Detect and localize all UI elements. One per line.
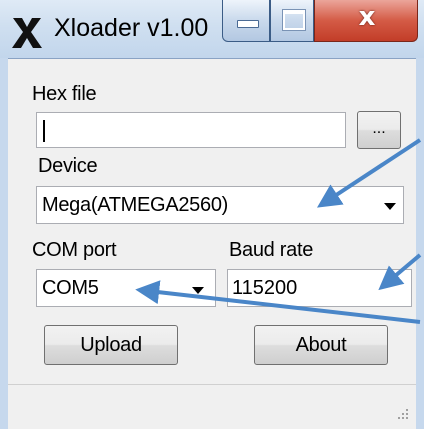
- text-caret: [43, 120, 45, 142]
- device-selected-value: Mega(ATMEGA2560): [42, 194, 229, 216]
- xloader-x-icon: [12, 18, 42, 48]
- minimize-button[interactable]: [222, 0, 270, 42]
- resize-grip-icon[interactable]: [394, 407, 410, 423]
- maximize-button[interactable]: [270, 0, 314, 42]
- baud-rate-value: 115200: [232, 277, 298, 299]
- xloader-window: Xloader v1.00 x Hex file ... Device Mega…: [0, 0, 424, 429]
- upload-button[interactable]: Upload: [44, 325, 178, 365]
- window-frame-right: [416, 58, 424, 429]
- client-area: Hex file ... Device Mega(ATMEGA2560) COM…: [8, 58, 416, 429]
- close-icon: x: [358, 2, 376, 32]
- window-title: Xloader v1.00: [54, 14, 209, 42]
- com-port-select[interactable]: COM5: [36, 269, 216, 307]
- title-bar[interactable]: Xloader v1.00 x: [0, 0, 424, 58]
- com-port-selected-value: COM5: [42, 277, 99, 299]
- maximize-icon: [282, 9, 306, 31]
- close-button[interactable]: x: [314, 0, 418, 42]
- minimize-icon: [237, 20, 259, 28]
- window-frame-left: [0, 58, 8, 429]
- device-select[interactable]: Mega(ATMEGA2560): [36, 186, 404, 224]
- status-bar: [8, 384, 416, 429]
- browse-button[interactable]: ...: [357, 111, 401, 149]
- device-label: Device: [38, 155, 98, 177]
- chevron-down-icon: [192, 287, 204, 294]
- com-port-label: COM port: [32, 239, 117, 261]
- hex-file-input[interactable]: [36, 112, 346, 148]
- baud-rate-label: Baud rate: [229, 239, 314, 261]
- about-button[interactable]: About: [254, 325, 388, 365]
- chevron-down-icon: [384, 203, 396, 210]
- baud-rate-input[interactable]: 115200: [227, 269, 412, 307]
- hex-file-label: Hex file: [32, 83, 97, 105]
